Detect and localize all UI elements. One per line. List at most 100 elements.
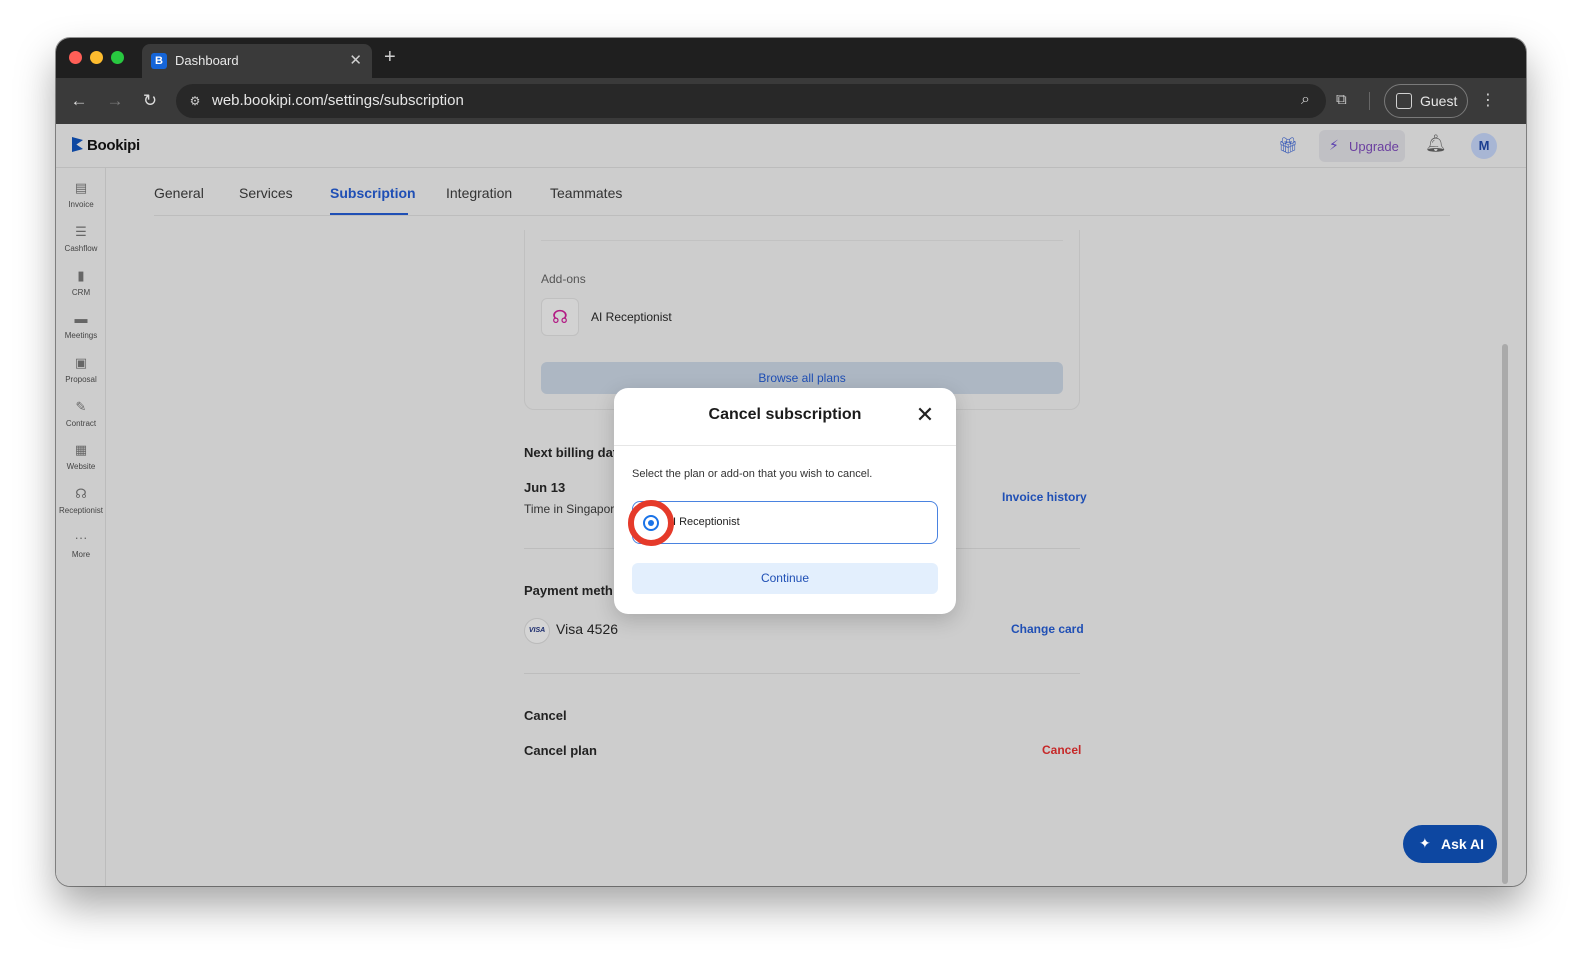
brand-name: Bookipi bbox=[87, 137, 140, 154]
contract-icon: ✎ bbox=[75, 399, 87, 414]
site-info-icon[interactable]: ⚙ bbox=[186, 92, 204, 110]
sidebar-item-label: Contract bbox=[65, 419, 97, 428]
cancel-plan-link[interactable]: Cancel bbox=[1042, 743, 1081, 757]
addon-name: AI Receptionist bbox=[591, 310, 672, 324]
tab-bar: B Dashboard ✕ + bbox=[56, 38, 1526, 78]
highlight-ring bbox=[628, 500, 674, 546]
card-label: Visa 4526 bbox=[556, 621, 619, 637]
sidebar-item-label: Website bbox=[66, 462, 96, 471]
visa-card-icon: VISA bbox=[524, 618, 550, 644]
sidebar-item-label: Receptionist bbox=[58, 506, 104, 515]
tab-teammates[interactable]: Teammates bbox=[550, 185, 622, 201]
dialog-title: Cancel subscription bbox=[708, 406, 862, 423]
headset-icon: ☊ bbox=[75, 486, 87, 501]
sidebar-item-label: CRM bbox=[71, 288, 91, 297]
close-icon[interactable]: ✕ bbox=[914, 404, 936, 426]
active-tab-indicator bbox=[330, 213, 408, 215]
page-scrollbar[interactable] bbox=[1502, 344, 1508, 884]
guest-label: Guest bbox=[1420, 93, 1458, 109]
cancel-subscription-dialog: Cancel subscription ✕ Select the plan or… bbox=[614, 388, 956, 614]
sidebar-item-label: More bbox=[71, 550, 91, 559]
back-arrow-icon[interactable]: ← bbox=[68, 90, 90, 112]
minimize-window-button[interactable] bbox=[90, 51, 103, 64]
close-window-button[interactable] bbox=[69, 51, 82, 64]
cashflow-icon: ☰ bbox=[75, 224, 87, 239]
logo-mark-icon bbox=[72, 137, 83, 152]
bell-icon[interactable]: 🔔︎ bbox=[1425, 134, 1447, 154]
payment-method-heading: Payment meth bbox=[524, 583, 613, 598]
avatar[interactable]: M bbox=[1471, 133, 1497, 159]
sidebar-item-meetings[interactable]: ▬ Meetings bbox=[56, 311, 106, 340]
headset-icon: ☊ bbox=[541, 298, 579, 336]
sidebar-item-website[interactable]: ▦ Website bbox=[56, 442, 106, 471]
bookipi-favicon-icon: B bbox=[151, 53, 167, 69]
browser-tab[interactable]: B Dashboard ✕ bbox=[142, 44, 372, 78]
sidebar-item-cashflow[interactable]: ☰ Cashflow bbox=[56, 224, 106, 253]
browser-window: B Dashboard ✕ + ← → ↻ ⚙ web.bookipi.com/… bbox=[56, 38, 1526, 886]
billing-timezone: Time in Singapor bbox=[524, 502, 615, 516]
guest-profile-button[interactable]: Guest bbox=[1384, 84, 1468, 118]
tab-subscription[interactable]: Subscription bbox=[330, 185, 416, 201]
cancel-heading: Cancel bbox=[524, 708, 567, 723]
dialog-divider bbox=[614, 445, 956, 446]
invoice-history-link[interactable]: Invoice history bbox=[1002, 490, 1087, 504]
zoom-icon[interactable]: ⌕ bbox=[1301, 91, 1310, 109]
crm-icon: ▮ bbox=[77, 268, 85, 283]
tab-integration[interactable]: Integration bbox=[446, 185, 512, 201]
website-icon: ▦ bbox=[74, 442, 88, 457]
addons-heading: Add-ons bbox=[541, 272, 586, 286]
card-divider bbox=[541, 240, 1063, 241]
browser-menu-icon[interactable]: ⋮ bbox=[1480, 90, 1496, 110]
sidebar-item-label: Meetings bbox=[64, 331, 98, 340]
sidebar-item-label: Invoice bbox=[68, 200, 94, 209]
gift-icon[interactable]: 🎁︎ bbox=[1278, 136, 1298, 156]
sidebar-item-contract[interactable]: ✎ Contract bbox=[56, 399, 106, 428]
bookipi-logo[interactable]: Bookipi bbox=[72, 137, 140, 154]
forward-arrow-icon[interactable]: → bbox=[104, 90, 126, 112]
sidebar-item-label: Proposal bbox=[65, 375, 97, 384]
proposal-icon: ▣ bbox=[74, 355, 88, 370]
lightning-icon: ⚡︎ bbox=[1329, 137, 1339, 153]
upgrade-button[interactable]: ⚡︎ Upgrade bbox=[1319, 130, 1405, 162]
next-billing-heading: Next billing dat bbox=[524, 445, 618, 460]
cancel-plan-label: Cancel plan bbox=[524, 743, 597, 758]
toolbar-separator bbox=[1369, 92, 1370, 110]
tab-close-icon[interactable]: ✕ bbox=[349, 51, 362, 69]
app-sidebar: ▤ Invoice ☰ Cashflow ▮ CRM ▬ Meetings ▣ Propo… bbox=[56, 168, 106, 886]
reload-icon[interactable]: ↻ bbox=[139, 90, 161, 112]
tab-title: Dashboard bbox=[175, 53, 239, 68]
app-viewport: Bookipi 🎁︎ ⚡︎ Upgrade 🔔︎ M ▤ Invoice ☰ Cas… bbox=[56, 124, 1526, 886]
change-card-link[interactable]: Change card bbox=[1011, 622, 1084, 636]
addon-option-ai-receptionist[interactable]: I Receptionist bbox=[628, 500, 938, 546]
section-divider bbox=[524, 673, 1080, 674]
option-radio[interactable] bbox=[643, 515, 659, 531]
dialog-description: Select the plan or add-on that you wish … bbox=[632, 468, 873, 480]
settings-tabs: General Services Subscription Integratio… bbox=[154, 168, 1450, 216]
new-tab-icon[interactable]: + bbox=[384, 47, 396, 67]
tab-general[interactable]: General bbox=[154, 185, 204, 201]
profile-icon bbox=[1396, 93, 1412, 109]
upgrade-label: Upgrade bbox=[1349, 139, 1399, 154]
url-text[interactable]: web.bookipi.com/settings/subscription bbox=[212, 92, 464, 109]
meetings-icon: ▬ bbox=[74, 311, 88, 326]
address-bar[interactable]: ⚙ web.bookipi.com/settings/subscription … bbox=[176, 84, 1326, 118]
sidebar-item-invoice[interactable]: ▤ Invoice bbox=[56, 180, 106, 209]
cast-search-icon[interactable]: ⧉ bbox=[1336, 91, 1356, 111]
sidebar-item-proposal[interactable]: ▣ Proposal bbox=[56, 355, 106, 384]
app-header: Bookipi 🎁︎ ⚡︎ Upgrade 🔔︎ M bbox=[56, 124, 1526, 168]
invoice-icon: ▤ bbox=[74, 180, 88, 195]
maximize-window-button[interactable] bbox=[111, 51, 124, 64]
ask-ai-label: Ask AI bbox=[1441, 836, 1485, 852]
sidebar-item-more[interactable]: ··· More bbox=[56, 530, 106, 559]
ask-ai-button[interactable]: ✦ Ask AI bbox=[1403, 825, 1497, 863]
sidebar-item-crm[interactable]: ▮ CRM bbox=[56, 268, 106, 297]
option-label: I Receptionist bbox=[673, 516, 740, 528]
browser-toolbar: ← → ↻ ⚙ web.bookipi.com/settings/subscri… bbox=[56, 78, 1526, 124]
continue-button[interactable]: Continue bbox=[632, 563, 938, 594]
plan-card: Add-ons ☊ AI Receptionist Browse all pla… bbox=[524, 230, 1080, 410]
sidebar-item-label: Cashflow bbox=[64, 244, 98, 253]
tab-services[interactable]: Services bbox=[239, 185, 293, 201]
billing-date: Jun 13 bbox=[524, 480, 566, 495]
sidebar-item-receptionist[interactable]: ☊ Receptionist bbox=[56, 486, 106, 515]
more-icon: ··· bbox=[74, 530, 88, 545]
